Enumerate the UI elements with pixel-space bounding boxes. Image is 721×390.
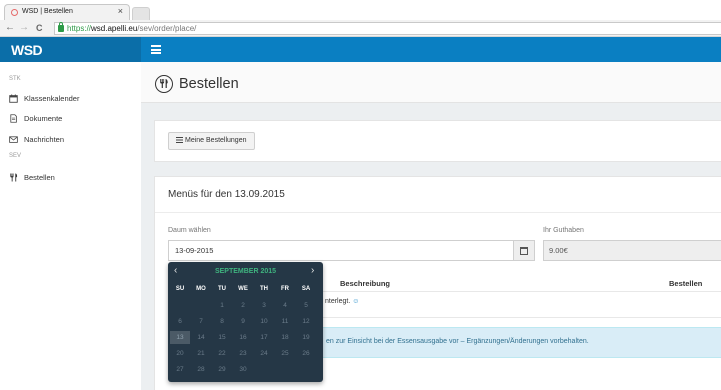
- datepicker-day[interactable]: 15: [212, 331, 232, 344]
- datepicker-popup: ‹ SEPTEMBER 2015 › SU MO TU WE TH FR SA 1 2 3 4 5 6 7…: [168, 262, 323, 382]
- datepicker-day[interactable]: 25: [275, 347, 295, 360]
- datepicker-day[interactable]: 28: [191, 363, 211, 376]
- datepicker-day[interactable]: 21: [191, 347, 211, 360]
- new-tab-button[interactable]: [132, 7, 150, 20]
- sidebar-item-klassenkalender[interactable]: Klassenkalender: [9, 93, 134, 105]
- calendar-icon: [9, 94, 18, 103]
- page-header: Bestellen: [141, 62, 721, 103]
- datepicker-day[interactable]: 11: [275, 315, 295, 328]
- date-picker-button[interactable]: [513, 240, 535, 261]
- datepicker-day[interactable]: 24: [254, 347, 274, 360]
- sidebar-section-sev: SEV: [9, 153, 22, 159]
- datepicker-day[interactable]: 3: [254, 299, 274, 312]
- datepicker-next-button[interactable]: ›: [311, 266, 314, 276]
- datepicker-day[interactable]: 26: [296, 347, 316, 360]
- menu-toggle-icon[interactable]: [151, 45, 161, 54]
- balance-label: Ihr Guthaben: [543, 227, 584, 234]
- tab-close-icon[interactable]: ×: [118, 6, 123, 16]
- actions-panel: Meine Bestellungen: [154, 120, 721, 162]
- datepicker-day[interactable]: 27: [170, 363, 190, 376]
- datepicker-weekday: SA: [301, 286, 311, 292]
- column-order: Bestellen: [669, 279, 703, 288]
- datepicker-day[interactable]: 2: [233, 299, 253, 312]
- datepicker-day[interactable]: 18: [275, 331, 295, 344]
- my-orders-button[interactable]: Meine Bestellungen: [168, 132, 255, 150]
- document-icon: [10, 114, 17, 123]
- datepicker-weekday: MO: [196, 286, 206, 292]
- back-button[interactable]: ←: [5, 22, 15, 34]
- info-circle-icon: ☺: [352, 298, 360, 305]
- datepicker-day[interactable]: 22: [212, 347, 232, 360]
- app-header: WSD: [0, 37, 721, 62]
- logo-area: WSD: [0, 37, 141, 62]
- datepicker-day[interactable]: 5: [296, 299, 316, 312]
- datepicker-weekday: TH: [260, 286, 268, 292]
- cutlery-icon: [155, 75, 173, 93]
- sidebar-item-label: Dokumente: [24, 114, 63, 123]
- browser-tabstrip: WSD | Bestellen ×: [0, 0, 721, 20]
- datepicker-month-title[interactable]: SEPTEMBER 2015: [168, 268, 323, 275]
- address-bar[interactable]: https://wsd.apelli.eu/sev/order/place/: [54, 22, 721, 35]
- datepicker-day[interactable]: 23: [233, 347, 253, 360]
- reload-button[interactable]: C: [36, 22, 43, 34]
- datepicker-day[interactable]: 20: [170, 347, 190, 360]
- datepicker-day[interactable]: 16: [233, 331, 253, 344]
- cutlery-icon: [10, 173, 18, 182]
- datepicker-day[interactable]: 30: [233, 363, 253, 376]
- balance-field: 9.00€: [543, 240, 721, 261]
- sidebar-item-bestellen[interactable]: Bestellen: [10, 172, 134, 184]
- sidebar-item-label: Nachrichten: [24, 135, 65, 144]
- my-orders-label: Meine Bestellungen: [185, 137, 247, 144]
- datepicker-weekday: SU: [175, 286, 185, 292]
- url-text: https://wsd.apelli.eu/sev/order/place/: [67, 24, 197, 33]
- menu-panel-title: Menüs für den 13.09.2015: [168, 189, 285, 200]
- sidebar-section-stk: STK: [9, 76, 21, 82]
- datepicker-day[interactable]: 14: [191, 331, 211, 344]
- list-icon: [176, 137, 183, 143]
- calendar-icon: [520, 247, 528, 255]
- sidebar-item-dokumente[interactable]: Dokumente: [10, 113, 134, 125]
- datepicker-day[interactable]: 6: [170, 315, 190, 328]
- datepicker-day[interactable]: 4: [275, 299, 295, 312]
- envelope-icon: [9, 136, 18, 143]
- datepicker-weekday: WE: [238, 286, 248, 292]
- datepicker-weekday: TU: [218, 286, 226, 292]
- datepicker-day[interactable]: 19: [296, 331, 316, 344]
- datepicker-day[interactable]: 1: [212, 299, 232, 312]
- datepicker-day[interactable]: 12: [296, 315, 316, 328]
- datepicker-day[interactable]: 13: [170, 331, 190, 344]
- divider: [155, 212, 721, 213]
- tab-title: WSD | Bestellen: [22, 8, 73, 15]
- column-description: Beschreibung: [340, 279, 391, 288]
- datepicker-weekday: FR: [281, 286, 289, 292]
- favicon-icon: [11, 9, 18, 16]
- sidebar-item-label: Bestellen: [24, 173, 55, 182]
- forward-button[interactable]: →: [19, 22, 29, 34]
- date-input[interactable]: 13-09-2015: [168, 240, 513, 261]
- date-label: Daum wählen: [168, 227, 211, 234]
- lock-icon: [58, 22, 64, 32]
- datepicker-day[interactable]: 17: [254, 331, 274, 344]
- no-menu-note: nterlegt. ☺: [325, 298, 360, 305]
- datepicker-day[interactable]: 29: [212, 363, 232, 376]
- page-title: Bestellen: [179, 76, 239, 92]
- browser-tab[interactable]: WSD | Bestellen ×: [4, 4, 130, 20]
- browser-navbar: ← → C https://wsd.apelli.eu/sev/order/pl…: [0, 20, 721, 37]
- datepicker-day[interactable]: 10: [254, 315, 274, 328]
- info-alert-text: en zur Einsicht bei der Essensausgabe vo…: [326, 338, 589, 345]
- sidebar-item-nachrichten[interactable]: Nachrichten: [9, 134, 134, 146]
- sidebar-item-label: Klassenkalender: [24, 94, 80, 103]
- balance-value: 9.00€: [549, 246, 568, 255]
- datepicker-day[interactable]: 7: [191, 315, 211, 328]
- datepicker-day[interactable]: 9: [233, 315, 253, 328]
- date-input-value: 13-09-2015: [175, 246, 214, 255]
- logo[interactable]: WSD: [11, 42, 43, 58]
- sidebar: STK Klassenkalender Dokumente Nachrichte…: [0, 62, 141, 390]
- datepicker-day[interactable]: 8: [212, 315, 232, 328]
